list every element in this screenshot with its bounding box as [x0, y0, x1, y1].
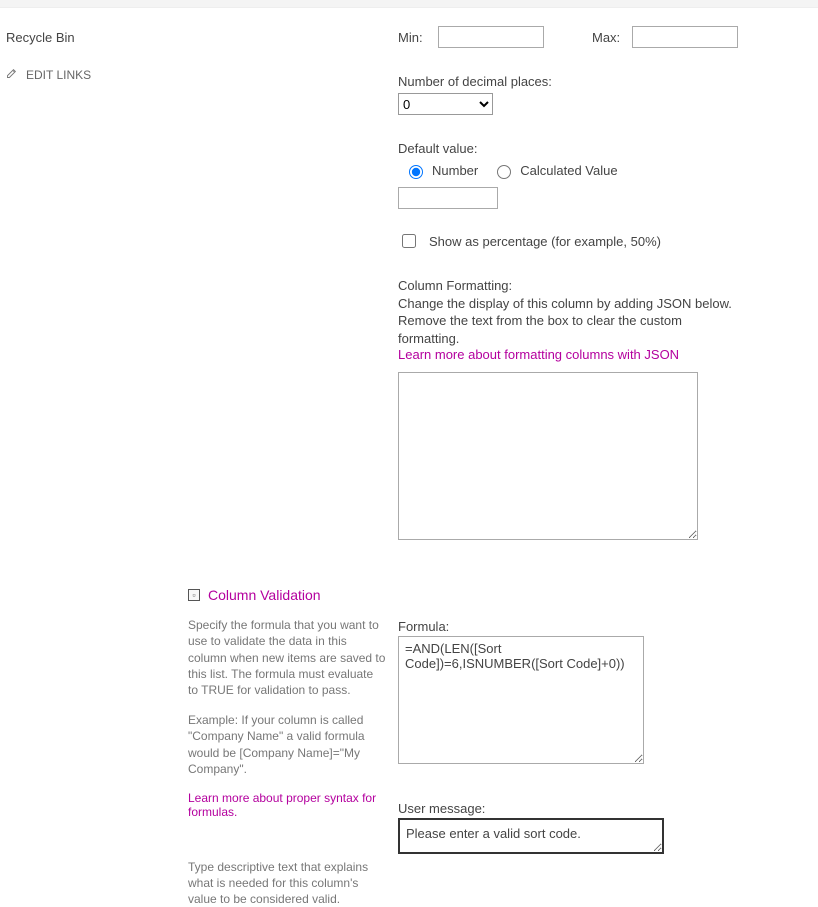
column-formatting-help: Change the display of this column by add…: [398, 295, 738, 348]
default-number-radio[interactable]: [409, 165, 423, 179]
validation-description-2: Example: If your column is called "Compa…: [188, 712, 386, 777]
validation-syntax-link[interactable]: Learn more about proper syntax for formu…: [188, 791, 376, 819]
default-calc-radio[interactable]: [497, 165, 511, 179]
decimal-places-select[interactable]: 0: [398, 93, 493, 115]
validation-description-1: Specify the formula that you want to use…: [188, 617, 386, 698]
max-label: Max:: [592, 30, 622, 45]
formula-label: Formula:: [398, 619, 738, 634]
column-validation-title: Column Validation: [208, 587, 321, 603]
collapse-icon: ▫: [188, 589, 200, 601]
sidebar-edit-links[interactable]: EDIT LINKS: [2, 67, 188, 82]
default-calc-label: Calculated Value: [520, 163, 617, 178]
user-message-label: User message:: [398, 801, 738, 816]
column-validation-header[interactable]: ▫ Column Validation: [188, 587, 386, 603]
default-number-label: Number: [432, 163, 478, 178]
sidebar-recycle-bin[interactable]: Recycle Bin: [2, 30, 188, 45]
user-message-textarea[interactable]: [398, 818, 664, 854]
column-formatting-title: Column Formatting:: [398, 277, 738, 295]
pencil-icon: [6, 67, 26, 82]
sidebar-edit-links-label: EDIT LINKS: [26, 68, 91, 82]
column-formatting-textarea[interactable]: [398, 372, 698, 540]
window-topbar: [0, 0, 818, 8]
show-percentage-label: Show as percentage (for example, 50%): [429, 234, 661, 249]
default-value-label: Default value:: [398, 141, 738, 156]
min-label: Min:: [398, 30, 428, 45]
show-percentage-checkbox[interactable]: [402, 234, 416, 248]
formula-textarea[interactable]: [398, 636, 644, 764]
decimal-places-label: Number of decimal places:: [398, 74, 738, 89]
max-input[interactable]: [632, 26, 738, 48]
left-sidebar: Recycle Bin EDIT LINKS: [0, 8, 188, 82]
default-value-input[interactable]: [398, 187, 498, 209]
user-message-description: Type descriptive text that explains what…: [188, 859, 386, 907]
column-formatting-link[interactable]: Learn more about formatting columns with…: [398, 347, 679, 362]
min-input[interactable]: [438, 26, 544, 48]
